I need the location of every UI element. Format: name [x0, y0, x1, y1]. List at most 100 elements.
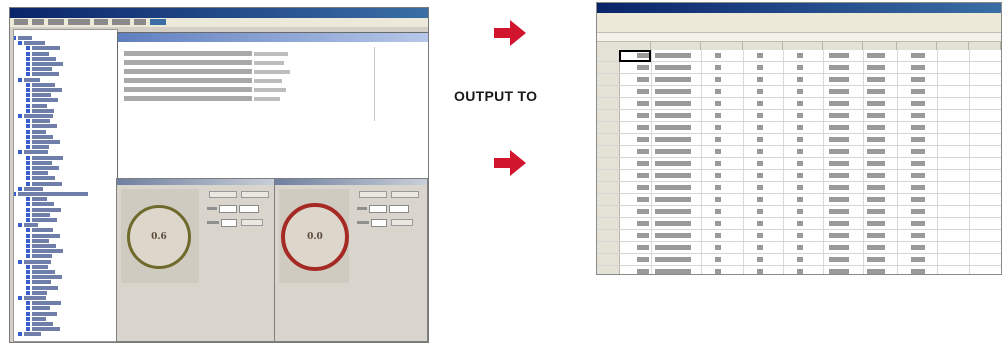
table-cell[interactable]: [757, 113, 763, 118]
settings-field[interactable]: [371, 219, 387, 227]
table-cell[interactable]: [911, 245, 925, 250]
table-cell[interactable]: [655, 101, 691, 106]
table-cell[interactable]: [715, 245, 721, 250]
tree-node[interactable]: [32, 228, 53, 233]
table-cell[interactable]: [715, 185, 721, 190]
tree-node[interactable]: [32, 46, 60, 51]
tree-node[interactable]: [32, 311, 57, 316]
table-cell[interactable]: [655, 209, 691, 214]
tree-node[interactable]: [32, 280, 51, 285]
table-cell[interactable]: [829, 137, 849, 142]
table-cell[interactable]: [829, 77, 849, 82]
list-item[interactable]: [124, 78, 252, 83]
row-number[interactable]: [597, 194, 620, 205]
tree-node[interactable]: [32, 129, 46, 134]
gauge-button[interactable]: [391, 191, 419, 198]
row-number[interactable]: [597, 110, 620, 121]
column-header[interactable]: [863, 42, 897, 50]
table-cell[interactable]: [655, 65, 691, 70]
table-cell[interactable]: [655, 257, 691, 262]
table-cell[interactable]: [637, 221, 649, 226]
table-cell[interactable]: [715, 101, 721, 106]
table-cell[interactable]: [797, 161, 803, 166]
tree-node[interactable]: [32, 275, 62, 280]
tree-node[interactable]: [32, 218, 57, 222]
table-cell[interactable]: [867, 77, 885, 82]
table-cell[interactable]: [757, 65, 763, 70]
table-cell[interactable]: [715, 209, 721, 214]
table-cell[interactable]: [797, 173, 803, 178]
table-cell[interactable]: [757, 185, 763, 190]
list-item[interactable]: [124, 60, 252, 65]
table-cell[interactable]: [911, 185, 925, 190]
gauge-button[interactable]: [241, 191, 269, 198]
table-cell[interactable]: [797, 257, 803, 262]
table-cell[interactable]: [829, 173, 849, 178]
table-cell[interactable]: [867, 257, 885, 262]
column-header[interactable]: [783, 42, 823, 50]
table-cell[interactable]: [655, 269, 691, 274]
tree-node[interactable]: [24, 223, 38, 228]
tree-node[interactable]: [24, 296, 46, 300]
tree-node[interactable]: [32, 72, 59, 77]
tree-node[interactable]: [32, 290, 47, 295]
tree-node[interactable]: [32, 51, 49, 56]
tree-node[interactable]: [24, 186, 43, 191]
table-cell[interactable]: [637, 149, 649, 154]
table-cell[interactable]: [637, 137, 649, 142]
table-cell[interactable]: [797, 197, 803, 202]
row-number[interactable]: [597, 122, 620, 133]
table-cell[interactable]: [797, 89, 803, 94]
column-header[interactable]: [823, 42, 863, 50]
table-cell[interactable]: [655, 77, 691, 82]
table-cell[interactable]: [867, 197, 885, 202]
tree-node[interactable]: [24, 150, 48, 155]
column-header[interactable]: [969, 42, 1001, 50]
table-cell[interactable]: [867, 113, 885, 118]
settings-field[interactable]: [389, 205, 409, 213]
row-number[interactable]: [597, 182, 620, 193]
table-cell[interactable]: [637, 161, 649, 166]
tree-node[interactable]: [32, 176, 55, 181]
table-cell[interactable]: [655, 233, 691, 238]
list-item[interactable]: [124, 96, 252, 101]
tree-node[interactable]: [32, 181, 62, 186]
row-number[interactable]: [597, 242, 620, 253]
table-cell[interactable]: [867, 269, 885, 274]
table-cell[interactable]: [911, 53, 925, 58]
table-cell[interactable]: [757, 125, 763, 130]
row-number[interactable]: [597, 50, 620, 61]
tree-node[interactable]: [32, 124, 57, 129]
column-header[interactable]: [701, 42, 743, 50]
menu-item[interactable]: [150, 19, 166, 25]
table-cell[interactable]: [715, 197, 721, 202]
table-cell[interactable]: [797, 233, 803, 238]
tree-node[interactable]: [32, 270, 55, 274]
table-cell[interactable]: [757, 101, 763, 106]
table-cell[interactable]: [757, 89, 763, 94]
table-cell[interactable]: [797, 185, 803, 190]
tree-node[interactable]: [32, 119, 50, 124]
table-cell[interactable]: [867, 125, 885, 130]
table-cell[interactable]: [757, 257, 763, 262]
table-cell[interactable]: [867, 137, 885, 142]
table-cell[interactable]: [911, 269, 925, 274]
table-cell[interactable]: [757, 221, 763, 226]
table-cell[interactable]: [911, 221, 925, 226]
tree-node[interactable]: [32, 238, 49, 243]
table-cell[interactable]: [655, 221, 691, 226]
table-cell[interactable]: [829, 257, 849, 262]
table-cell[interactable]: [867, 161, 885, 166]
tree-node[interactable]: [32, 301, 61, 306]
row-number[interactable]: [597, 98, 620, 109]
table-cell[interactable]: [715, 257, 721, 262]
table-cell[interactable]: [715, 89, 721, 94]
menu-item[interactable]: [134, 19, 146, 25]
table-cell[interactable]: [757, 209, 763, 214]
gauge-button[interactable]: [209, 191, 237, 198]
table-cell[interactable]: [911, 125, 925, 130]
table-cell[interactable]: [829, 149, 849, 154]
table-cell[interactable]: [637, 197, 649, 202]
row-number[interactable]: [597, 62, 620, 73]
tree-node[interactable]: [24, 41, 45, 46]
